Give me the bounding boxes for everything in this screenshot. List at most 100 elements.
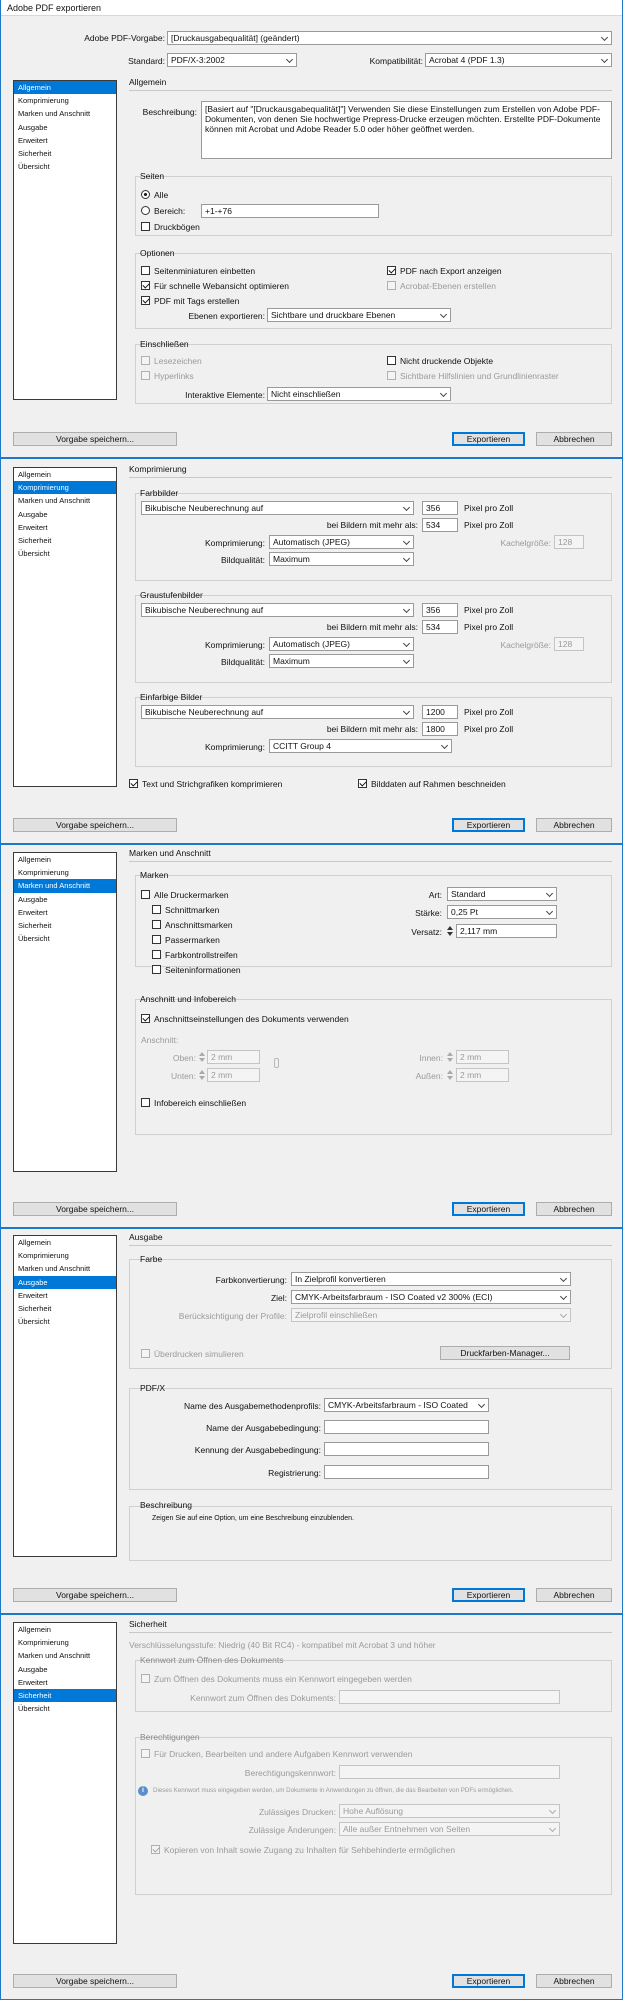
weight-dropdown[interactable]: 0,25 Pt [447,905,557,919]
sidebar-item-ausgabe[interactable]: Ausgabe [14,1275,116,1289]
fastweb-checkbox[interactable] [141,281,150,290]
mono-ppi-field[interactable]: 1200 [422,705,458,719]
offset-field[interactable]: 2,117 mm [456,924,557,938]
export-button[interactable]: Exportieren [452,818,525,832]
sidebar-item-allgemein[interactable]: Allgemein [14,1623,116,1636]
overprint-checkbox[interactable] [141,1349,150,1358]
sidebar-item-erweitert[interactable]: Erweitert [14,521,116,534]
sidebar-item-marken[interactable]: Marken und Anschnitt [14,879,116,893]
save-preset-button[interactable]: Vorgabe speichern... [13,1974,177,1988]
sidebar-item-erweitert[interactable]: Erweitert [14,1676,116,1689]
sidebar-item-uebersicht[interactable]: Übersicht [14,160,116,173]
sidebar-item-sicherheit[interactable]: Sicherheit [14,534,116,547]
save-preset-button[interactable]: Vorgabe speichern... [13,1202,177,1216]
save-preset-button[interactable]: Vorgabe speichern... [13,1588,177,1602]
export-button[interactable]: Exportieren [452,1974,525,1988]
registration-marks-checkbox[interactable] [152,935,161,944]
type-dropdown[interactable]: Standard [447,887,557,901]
sidebar-item-marken[interactable]: Marken und Anschnitt [14,494,116,507]
sidebar-item-allgemein[interactable]: Allgemein [14,468,116,481]
sidebar-item-marken[interactable]: Marken und Anschnitt [14,107,116,120]
sidebar-item-uebersicht[interactable]: Übersicht [14,1315,116,1328]
gray-comp-dropdown[interactable]: Automatisch (JPEG) [269,637,414,651]
mono-above-field[interactable]: 1800 [422,722,458,736]
perm-password-field[interactable] [339,1765,560,1779]
compress-text-checkbox[interactable] [129,779,138,788]
gray-above-field[interactable]: 534 [422,620,458,634]
crop-marks-checkbox[interactable] [152,905,161,914]
registry-field[interactable] [324,1465,489,1479]
hyperlinks-checkbox[interactable] [141,371,150,380]
bottom-stepper[interactable] [199,1069,205,1081]
cancel-button[interactable]: Abbrechen [536,1588,612,1602]
sidebar-item-ausgabe[interactable]: Ausgabe [14,893,116,906]
interactive-dropdown[interactable]: Nicht einschließen [267,387,451,401]
intent-profile-dropdown[interactable]: CMYK-Arbeitsfarbraum - ISO Coated [324,1398,489,1412]
bleed-marks-checkbox[interactable] [152,920,161,929]
sidebar-item-uebersicht[interactable]: Übersicht [14,932,116,945]
sidebar-item-erweitert[interactable]: Erweitert [14,134,116,147]
sidebar-item-allgemein[interactable]: Allgemein [14,1236,116,1249]
perm-required-checkbox[interactable] [141,1749,150,1758]
offset-stepper[interactable] [447,925,453,937]
sidebar-item-allgemein[interactable]: Allgemein [14,81,116,95]
all-pages-radio[interactable] [141,190,150,199]
dest-dropdown[interactable]: CMYK-Arbeitsfarbraum - ISO Coated v2 300… [291,1290,571,1304]
export-layers-dropdown[interactable]: Sichtbare und druckbare Ebenen [267,308,451,322]
inside-field[interactable]: 2 mm [456,1050,509,1064]
bookmarks-checkbox[interactable] [141,356,150,365]
sidebar-item-ausgabe[interactable]: Ausgabe [14,508,116,521]
cancel-button[interactable]: Abbrechen [536,432,612,446]
sidebar-item-sicherheit[interactable]: Sicherheit [14,1302,116,1315]
cancel-button[interactable]: Abbrechen [536,1202,612,1216]
export-button[interactable]: Exportieren [452,432,525,446]
color-ppi-field[interactable]: 356 [422,501,458,515]
condition-name-field[interactable] [324,1420,489,1434]
sidebar-item-erweitert[interactable]: Erweitert [14,906,116,919]
sidebar-item-sicherheit[interactable]: Sicherheit [14,919,116,932]
cancel-button[interactable]: Abbrechen [536,818,612,832]
color-tile-field[interactable]: 128 [554,535,584,549]
color-comp-dropdown[interactable]: Automatisch (JPEG) [269,535,414,549]
gray-ppi-field[interactable]: 356 [422,603,458,617]
sidebar-item-komprimierung[interactable]: Komprimierung [14,1249,116,1262]
printing-dropdown[interactable]: Hohe Auflösung [339,1804,560,1818]
mono-resample-dropdown[interactable]: Bikubische Neuberechnung auf [141,705,414,719]
chain-link-icon[interactable] [274,1058,279,1068]
changes-dropdown[interactable]: Alle außer Entnehmen von Seiten [339,1822,560,1836]
use-doc-bleed-checkbox[interactable] [141,1014,150,1023]
top-stepper[interactable] [199,1051,205,1063]
ink-manager-button[interactable]: Druckfarben-Manager... [440,1346,570,1360]
view-after-checkbox[interactable] [387,266,396,275]
thumbnails-checkbox[interactable] [141,266,150,275]
sidebar-item-ausgabe[interactable]: Ausgabe [14,1663,116,1676]
compat-dropdown[interactable]: Acrobat 4 (PDF 1.3) [425,53,612,67]
sidebar-item-uebersicht[interactable]: Übersicht [14,1702,116,1715]
outside-field[interactable]: 2 mm [456,1068,509,1082]
gray-tile-field[interactable]: 128 [554,637,584,651]
acrobat-layers-checkbox[interactable] [387,281,396,290]
save-preset-button[interactable]: Vorgabe speichern... [13,818,177,832]
sidebar-item-komprimierung[interactable]: Komprimierung [14,481,116,495]
color-quality-dropdown[interactable]: Maximum [269,552,414,566]
spreads-checkbox[interactable] [141,222,150,231]
sidebar-item-sicherheit[interactable]: Sicherheit [14,147,116,160]
standard-dropdown[interactable]: PDF/X-3:2002 [167,53,297,67]
inside-stepper[interactable] [447,1051,453,1063]
gray-quality-dropdown[interactable]: Maximum [269,654,414,668]
all-marks-checkbox[interactable] [141,890,150,899]
color-bars-checkbox[interactable] [152,950,161,959]
color-resample-dropdown[interactable]: Bikubische Neuberechnung auf [141,501,414,515]
guides-checkbox[interactable] [387,371,396,380]
mono-comp-dropdown[interactable]: CCITT Group 4 [269,739,452,753]
sidebar-item-uebersicht[interactable]: Übersicht [14,547,116,560]
preset-dropdown[interactable]: [Druckausgabequalität] (geändert) [167,31,612,45]
crop-image-checkbox[interactable] [358,779,367,788]
slug-checkbox[interactable] [141,1098,150,1107]
sidebar-item-komprimierung[interactable]: Komprimierung [14,866,116,879]
nonprinting-checkbox[interactable] [387,356,396,365]
page-info-checkbox[interactable] [152,965,161,974]
sidebar-item-erweitert[interactable]: Erweitert [14,1289,116,1302]
export-button[interactable]: Exportieren [452,1202,525,1216]
open-password-field[interactable] [339,1690,560,1704]
